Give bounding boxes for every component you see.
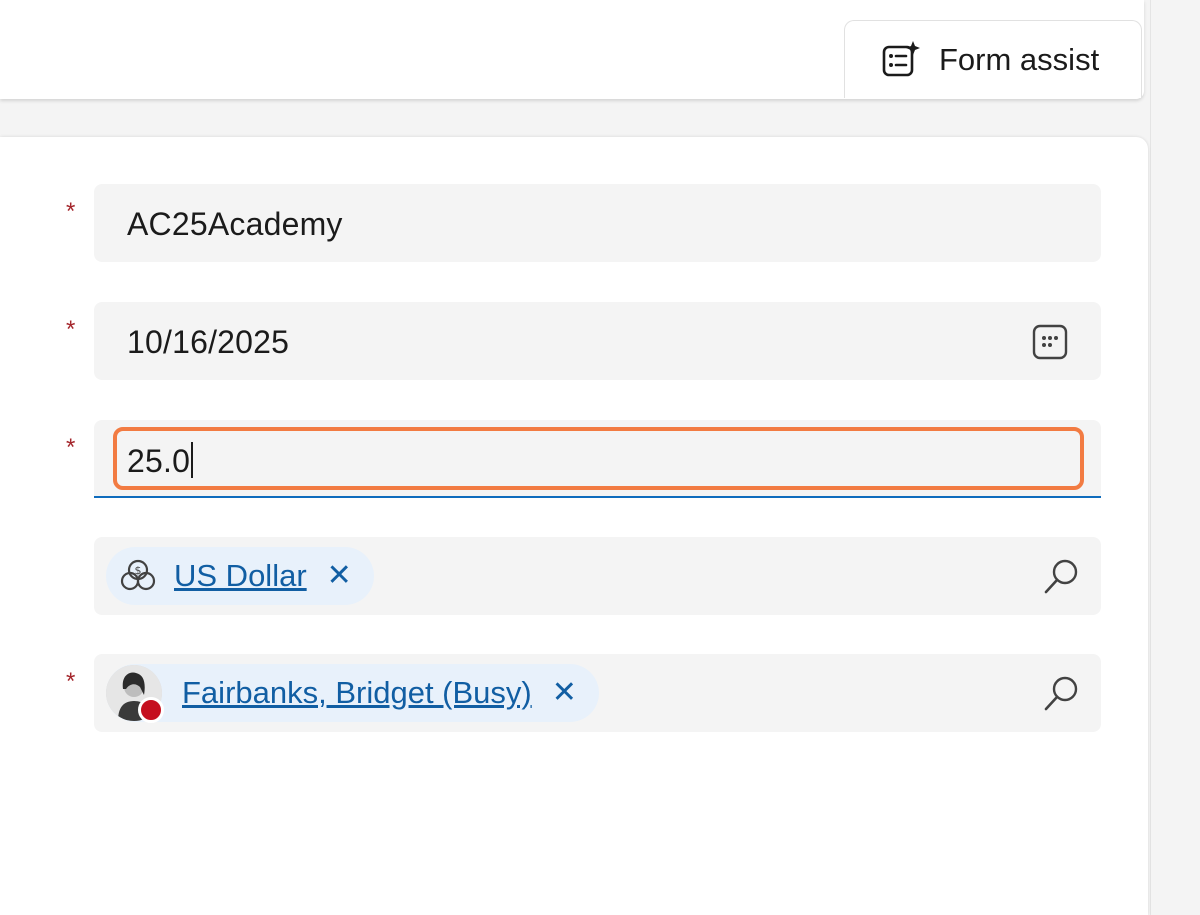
owner-row: * Fairbanks, Bridget (Busy) ✕	[0, 654, 1148, 732]
calendar-icon[interactable]	[1032, 324, 1068, 360]
search-icon[interactable]	[1043, 674, 1081, 712]
form-card: * AC25Academy * 10/16/2025 * 25.0 $ US D…	[0, 137, 1148, 915]
form-assist-button[interactable]: Form assist	[844, 20, 1142, 98]
amount-row: * 25.0	[0, 420, 1148, 498]
currency-tag: $ US Dollar ✕	[106, 547, 374, 605]
currency-icon: $	[120, 558, 156, 594]
required-mark: *	[66, 668, 76, 695]
date-value: 10/16/2025	[127, 324, 290, 360]
presence-busy-icon	[138, 697, 164, 723]
search-icon[interactable]	[1043, 557, 1081, 595]
name-value: AC25Academy	[127, 206, 343, 242]
avatar	[106, 665, 164, 723]
amount-value: 25.0	[127, 442, 194, 480]
form-page: Form assist * AC25Academy * 10/16/2025 *…	[0, 0, 1200, 915]
name-row: * AC25Academy	[0, 184, 1148, 262]
owner-tag: Fairbanks, Bridget (Busy) ✕	[106, 664, 599, 723]
currency-row: $ US Dollar ✕	[0, 537, 1148, 615]
required-mark: *	[66, 198, 76, 225]
form-sparkle-icon	[881, 40, 921, 80]
currency-link[interactable]: US Dollar	[174, 558, 307, 594]
form-assist-label: Form assist	[939, 41, 1100, 77]
required-mark: *	[66, 316, 76, 343]
owner-link[interactable]: Fairbanks, Bridget (Busy)	[182, 675, 532, 711]
text-caret	[191, 442, 194, 478]
right-panel-strip	[1150, 0, 1200, 915]
name-field[interactable]: AC25Academy	[94, 184, 1101, 262]
amount-field[interactable]: 25.0	[94, 420, 1101, 498]
remove-currency-button[interactable]: ✕	[327, 561, 352, 591]
required-mark: *	[66, 434, 76, 461]
owner-lookup-field[interactable]: Fairbanks, Bridget (Busy) ✕	[94, 654, 1101, 732]
svg-text:$: $	[135, 564, 142, 577]
currency-lookup-field[interactable]: $ US Dollar ✕	[94, 537, 1101, 615]
date-field[interactable]: 10/16/2025	[94, 302, 1101, 380]
date-row: * 10/16/2025	[0, 302, 1148, 380]
remove-owner-button[interactable]: ✕	[552, 678, 577, 708]
